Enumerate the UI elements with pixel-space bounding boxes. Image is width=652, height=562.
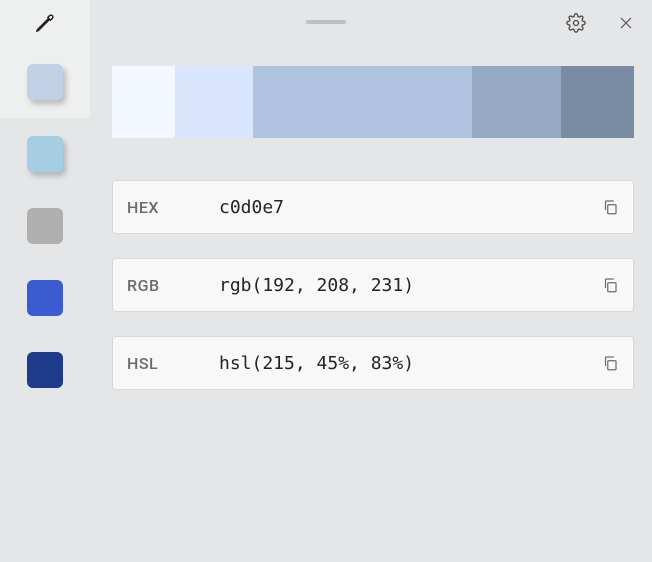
swatch-slot-0[interactable] bbox=[0, 46, 90, 118]
swatch-slot-1[interactable] bbox=[0, 118, 90, 190]
eyedropper-icon bbox=[34, 12, 56, 34]
swatch-slot-3[interactable] bbox=[0, 262, 90, 334]
shade-segment-4[interactable] bbox=[561, 66, 634, 138]
close-icon bbox=[618, 15, 634, 31]
shade-segment-0[interactable] bbox=[112, 66, 175, 138]
color-swatch[interactable] bbox=[27, 64, 63, 100]
copy-icon bbox=[601, 354, 619, 372]
color-swatch[interactable] bbox=[27, 136, 63, 172]
rgb-row[interactable]: RGB rgb(192, 208, 231) bbox=[112, 258, 634, 312]
eyedropper-button[interactable] bbox=[0, 0, 90, 46]
copy-hsl-button[interactable] bbox=[601, 354, 619, 372]
color-swatch[interactable] bbox=[27, 352, 63, 388]
close-button[interactable] bbox=[610, 7, 642, 39]
gear-icon bbox=[566, 13, 586, 33]
copy-rgb-button[interactable] bbox=[601, 276, 619, 294]
rgb-value: rgb(192, 208, 231) bbox=[219, 275, 601, 296]
hex-row[interactable]: HEX c0d0e7 bbox=[112, 180, 634, 234]
swatch-slot-4[interactable] bbox=[0, 334, 90, 406]
color-swatch[interactable] bbox=[27, 208, 63, 244]
copy-icon bbox=[601, 198, 619, 216]
hex-label: HEX bbox=[127, 198, 219, 217]
copy-hex-button[interactable] bbox=[601, 198, 619, 216]
hex-value: c0d0e7 bbox=[219, 197, 601, 218]
copy-icon bbox=[601, 276, 619, 294]
rgb-label: RGB bbox=[127, 276, 219, 295]
drag-handle[interactable] bbox=[306, 20, 346, 24]
settings-button[interactable] bbox=[560, 7, 592, 39]
hsl-row[interactable]: HSL hsl(215, 45%, 83%) bbox=[112, 336, 634, 390]
swatch-slot-2[interactable] bbox=[0, 190, 90, 262]
hsl-value: hsl(215, 45%, 83%) bbox=[219, 353, 601, 374]
swatch-sidebar bbox=[0, 46, 90, 562]
hsl-label: HSL bbox=[127, 354, 219, 373]
shade-segment-2[interactable] bbox=[253, 66, 472, 138]
shade-segment-3[interactable] bbox=[472, 66, 561, 138]
shade-strip[interactable] bbox=[112, 66, 634, 138]
color-swatch[interactable] bbox=[27, 280, 63, 316]
shade-segment-1[interactable] bbox=[175, 66, 253, 138]
